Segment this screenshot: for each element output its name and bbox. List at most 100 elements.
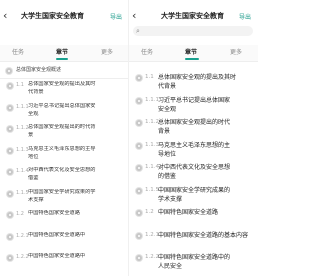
section-number: 1.1.2: [16, 125, 29, 131]
tab-more[interactable]: 更多: [101, 49, 113, 57]
radio-status-icon: [7, 190, 13, 197]
back-arrow-icon[interactable]: ‹: [3, 10, 11, 22]
section-title-line: 马克思主义毛泽东思想的主: [158, 141, 231, 149]
radio-status-icon: [136, 255, 142, 261]
radio-status-icon: [7, 169, 13, 175]
section-number: 1.1.3: [16, 146, 29, 153]
section-row[interactable]: 1.1.5中国国家安全学研究成果的学术支撑: [129, 185, 258, 208]
radio-status-icon: [7, 255, 13, 261]
section-row[interactable]: 1.1.3马克思主义毛泽东思想的主导地位: [0, 145, 129, 167]
section-number: 1.1.1: [145, 96, 159, 103]
tab-chapters[interactable]: 章节: [56, 49, 68, 57]
section-title-line: 中国特色国家安全道路的基本内容: [158, 231, 249, 239]
section-title-line: 马克思主义毛泽东思想的主导: [28, 145, 96, 152]
section-row[interactable]: 1.1.2总体国家安全观提出的时代背景: [0, 123, 129, 145]
section-number: 1.2: [16, 211, 24, 217]
radio-status-icon: [136, 97, 142, 104]
search-input[interactable]: ⌕: [133, 26, 253, 36]
section-row[interactable]: 1.2.2 中国特色国家安全道路中的 人民安全: [129, 252, 258, 275]
radio-status-icon: [7, 126, 13, 132]
section-row[interactable]: 1.1.1习近平总书记提出总体国家安全观: [129, 95, 258, 118]
export-button[interactable]: 导出: [110, 12, 122, 21]
section-row[interactable]: 1.1 总体国家安全观的提出及其时 代背景: [0, 80, 129, 102]
section-title-line: 术支撑: [28, 196, 44, 203]
section-row[interactable]: 1.1.5中国国家安全学研究成果的学术支撑: [0, 188, 129, 210]
export-button[interactable]: 导出: [239, 12, 251, 21]
chapter-title: 总体国家安全观概述: [16, 67, 62, 73]
section-number: 1.1.4: [145, 164, 159, 170]
radio-status-icon: [136, 75, 142, 81]
section-title-line: 人民安全: [158, 263, 183, 270]
section-row[interactable]: 1.1.4对中西代表文化及安全思想的借鉴: [0, 166, 129, 188]
tab-tasks[interactable]: 任务: [141, 49, 153, 57]
section-title-line: 全观: [28, 110, 39, 117]
section-number: 1.1.1: [16, 103, 29, 110]
section-row[interactable]: 1.1.1习近平总书记提出总体国家安全观: [0, 102, 129, 124]
section-row[interactable]: 1.1.3马克思主义毛泽东思想的主导地位: [129, 140, 258, 163]
section-title-line: 导地位: [158, 150, 177, 158]
section-title-line: 中国特色国家安全道路中: [28, 253, 86, 259]
section-title-line: 中国特色国家安全道路中的: [158, 254, 231, 261]
section-number: 1.1.4: [16, 168, 29, 174]
section-title-line: 景: [28, 132, 34, 138]
radio-status-icon: [7, 104, 13, 111]
radio-status-icon: [136, 187, 142, 194]
section-number: 1.2.1: [16, 232, 29, 239]
right-screen: ‹ 大学生国家安全教育 导出 ⌕ 任务 章节 更多 1.1 总体国家安全观的提出及…: [129, 0, 258, 276]
radio-status-icon: [136, 165, 142, 171]
section-row[interactable]: 1.1 总体国家安全观的提出及其时 代背景: [129, 72, 258, 95]
active-tab-indicator: [185, 58, 199, 60]
section-row[interactable]: 1.2 中国特色国家安全道路: [129, 207, 258, 230]
radio-status-icon: [6, 68, 12, 74]
section-number: 1.1.5: [16, 189, 29, 196]
section-title-line: 的借鉴: [158, 173, 177, 180]
section-row[interactable]: 1.1.4对中西代表文化及安全思想的借鉴: [129, 162, 258, 185]
section-title-line: 借鉴: [28, 175, 39, 181]
section-title-line: 中国特色国家安全道路中: [28, 231, 86, 238]
left-screen: ‹ 大学生国家安全教育 导出 任务 章节 更多 总体国家安全观概述 1.1 总体国…: [0, 0, 129, 276]
left-tab-bar: 任务 章节 更多: [0, 45, 129, 62]
section-title-line: 背景: [158, 128, 171, 135]
section-title-line: 总体国家安全观的提出及其时: [158, 74, 237, 81]
section-title-line: 地位: [28, 153, 39, 160]
section-number: 1.1: [16, 82, 24, 88]
section-row[interactable]: 1.2.2 中国特色国家安全道路中: [0, 252, 129, 274]
tab-more[interactable]: 更多: [230, 49, 242, 57]
section-row[interactable]: 1.2.1 中国特色国家安全道路中: [0, 231, 129, 253]
section-number: 1.1.5: [145, 186, 159, 193]
section-number: 1.2.1: [145, 231, 159, 238]
radio-status-icon: [136, 210, 142, 216]
section-number: 1.1.3: [145, 141, 159, 148]
section-title-line: 中国国家安全学研究成果的: [158, 186, 231, 194]
section-title-line: 代背景: [158, 83, 177, 90]
chapter-header[interactable]: 总体国家安全观概述: [0, 64, 129, 79]
section-title-line: 中国国家安全学研究成果的学: [28, 188, 96, 195]
page-title: 大学生国家安全教育: [21, 12, 84, 20]
section-title-line: 学术支撑: [158, 195, 183, 203]
section-title-line: 对中西代表文化及安全思想: [158, 164, 231, 171]
section-title-line: 习近平总书记提出总体国家: [158, 96, 231, 104]
radio-status-icon: [7, 212, 13, 218]
radio-status-icon: [7, 83, 13, 89]
tab-chapters[interactable]: 章节: [185, 49, 197, 57]
section-number: 1.1.2: [145, 119, 159, 125]
radio-status-icon: [136, 142, 142, 149]
section-number: 1.2.2: [145, 254, 159, 260]
section-row[interactable]: 1.1.2总体国家安全观提出的时代背景: [129, 117, 258, 140]
radio-status-icon: [7, 233, 13, 240]
tab-tasks[interactable]: 任务: [12, 49, 24, 57]
right-tab-bar: 任务 章节 更多: [129, 45, 258, 62]
right-header: ‹ 大学生国家安全教育 导出 ⌕: [129, 0, 258, 40]
radio-status-icon: [7, 147, 13, 154]
section-row[interactable]: 1.2.1 中国特色国家安全道路的基本内容: [129, 230, 258, 253]
section-number: 1.1: [145, 74, 154, 80]
section-title-line: 总体国家安全观提出的时代背: [28, 124, 96, 130]
section-row[interactable]: 1.2 中国特色国家安全道路: [0, 209, 129, 231]
section-title-line: 代背景: [28, 89, 44, 95]
section-title-line: 对中西代表文化及安全思想的: [28, 167, 96, 173]
section-title-line: 中国特色国家安全道路: [158, 209, 219, 216]
section-number: 1.2.2: [16, 254, 29, 260]
search-icon: ⌕: [136, 27, 140, 35]
radio-status-icon: [136, 120, 142, 126]
back-arrow-icon[interactable]: ‹: [132, 10, 140, 22]
